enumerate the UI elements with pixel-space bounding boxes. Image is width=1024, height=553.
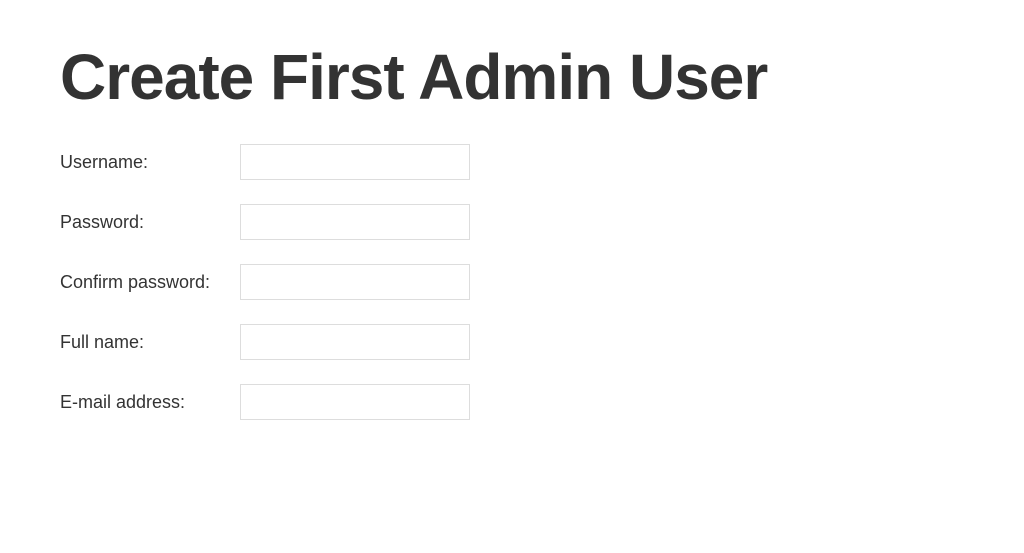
create-admin-form: Username: Password: Confirm password: Fu… (60, 144, 964, 420)
form-row-username: Username: (60, 144, 964, 180)
confirm-password-label: Confirm password: (60, 272, 240, 293)
full-name-label: Full name: (60, 332, 240, 353)
email-label: E-mail address: (60, 392, 240, 413)
form-row-full-name: Full name: (60, 324, 964, 360)
page-title: Create First Admin User (60, 40, 964, 114)
password-input[interactable] (240, 204, 470, 240)
password-label: Password: (60, 212, 240, 233)
username-input[interactable] (240, 144, 470, 180)
form-row-password: Password: (60, 204, 964, 240)
confirm-password-input[interactable] (240, 264, 470, 300)
username-label: Username: (60, 152, 240, 173)
form-row-email: E-mail address: (60, 384, 964, 420)
form-row-confirm-password: Confirm password: (60, 264, 964, 300)
email-input[interactable] (240, 384, 470, 420)
full-name-input[interactable] (240, 324, 470, 360)
